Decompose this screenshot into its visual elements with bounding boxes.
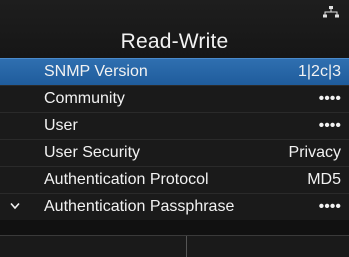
menu-item-authentication-passphrase[interactable]: Authentication Passphrase •••• [0,193,349,220]
menu-item-value: MD5 [307,171,341,188]
menu-item-user[interactable]: User •••• [0,112,349,139]
page-title: Read-Write [120,30,229,53]
softkey-divider [186,236,187,257]
menu-item-value: •••• [318,90,341,107]
network-icon [323,6,339,18]
chevron-down-icon [10,202,20,210]
menu-item-authentication-protocol[interactable]: Authentication Protocol MD5 [0,166,349,193]
menu-item-label: SNMP Version [44,63,148,80]
softkey-bar [0,235,349,257]
settings-menu: SNMP Version 1|2c|3 Community •••• User … [0,58,349,220]
title-bar: Read-Write [0,0,349,58]
menu-item-label: User Security [44,144,141,161]
menu-item-label: Authentication Protocol [44,171,209,188]
menu-item-value: •••• [318,117,341,134]
menu-item-value: 1|2c|3 [297,63,341,80]
menu-item-snmp-version[interactable]: SNMP Version 1|2c|3 [0,58,349,85]
menu-item-user-security[interactable]: User Security Privacy [0,139,349,166]
menu-item-value: •••• [318,198,341,215]
printer-screen: Read-Write SNMP Version 1|2c|3 Community… [0,0,349,257]
menu-item-community[interactable]: Community •••• [0,85,349,112]
menu-item-value: Privacy [288,144,341,161]
menu-item-label: Authentication Passphrase [44,198,235,215]
menu-item-label: User [44,117,78,134]
menu-item-label: Community [44,90,125,107]
